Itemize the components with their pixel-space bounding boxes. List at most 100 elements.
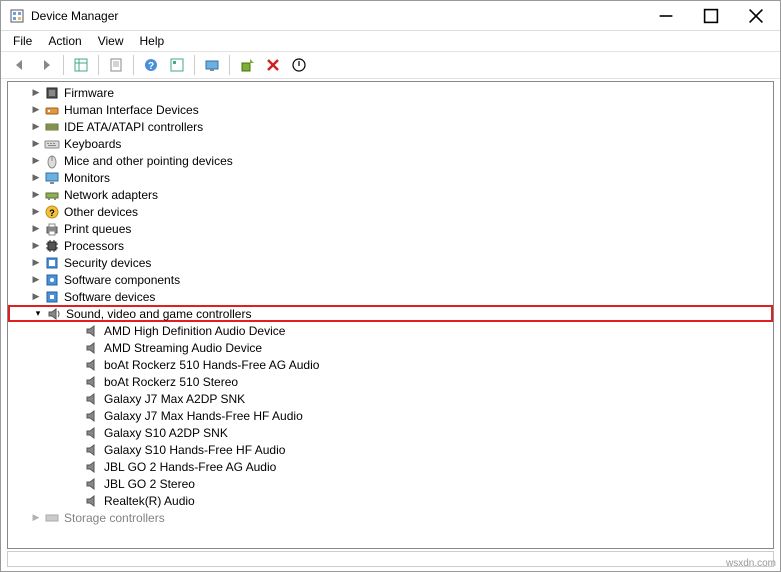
tree-item-software-devices[interactable]: ▶Software devices: [8, 288, 773, 305]
speaker-icon: [84, 493, 100, 509]
menubar: File Action View Help: [1, 31, 780, 51]
ide-icon: [44, 119, 60, 135]
expand-icon[interactable]: ▶: [30, 274, 42, 286]
tree-label: Processors: [64, 239, 124, 253]
toolbar-separator: [194, 55, 195, 75]
tree-item-print-queues[interactable]: ▶ Print queues: [8, 220, 773, 237]
minimize-button[interactable]: [643, 1, 688, 31]
printer-icon: [44, 221, 60, 237]
tree-label: Realtek(R) Audio: [104, 494, 195, 508]
other-icon: ?: [44, 204, 60, 220]
tree-item-monitors[interactable]: ▶ Monitors: [8, 169, 773, 186]
toolbar: ?: [1, 51, 780, 79]
tree-label: Other devices: [64, 205, 138, 219]
tree-label: JBL GO 2 Hands-Free AG Audio: [104, 460, 276, 474]
back-button[interactable]: [8, 53, 32, 77]
expand-icon[interactable]: ▶: [30, 138, 42, 150]
help-button[interactable]: ?: [139, 53, 163, 77]
scan-hardware-button[interactable]: [200, 53, 224, 77]
tree-label: Monitors: [64, 171, 110, 185]
tree-label: Firmware: [64, 86, 114, 100]
expand-icon[interactable]: ▶: [30, 87, 42, 99]
tree-item-audio-device[interactable]: ▶Galaxy J7 Max A2DP SNK: [8, 390, 773, 407]
expand-icon[interactable]: ▶: [30, 155, 42, 167]
speaker-icon: [84, 442, 100, 458]
network-icon: [44, 187, 60, 203]
keyboard-icon: [44, 136, 60, 152]
expand-icon[interactable]: ▶: [30, 257, 42, 269]
uninstall-device-button[interactable]: [261, 53, 285, 77]
tree-item-audio-device[interactable]: ▶Galaxy J7 Max Hands-Free HF Audio: [8, 407, 773, 424]
tree-label: Galaxy J7 Max Hands-Free HF Audio: [104, 409, 303, 423]
expand-icon[interactable]: ▶: [30, 223, 42, 235]
speaker-icon: [84, 391, 100, 407]
tree-item-software-components[interactable]: ▶Software components: [8, 271, 773, 288]
menu-file[interactable]: File: [5, 32, 40, 50]
tree-item-audio-device[interactable]: ▶AMD High Definition Audio Device: [8, 322, 773, 339]
menu-view[interactable]: View: [90, 32, 132, 50]
titlebar: Device Manager: [1, 1, 780, 31]
window-controls: [643, 1, 778, 30]
tree-label: IDE ATA/ATAPI controllers: [64, 120, 203, 134]
tree-item-ide[interactable]: ▶ IDE ATA/ATAPI controllers: [8, 118, 773, 135]
menu-action[interactable]: Action: [40, 32, 89, 50]
speaker-icon: [84, 374, 100, 390]
expand-icon[interactable]: ▶: [30, 172, 42, 184]
expand-icon[interactable]: ▶: [30, 240, 42, 252]
tree-item-processors[interactable]: ▶ Processors: [8, 237, 773, 254]
collapse-icon[interactable]: ▾: [32, 308, 44, 320]
action-button[interactable]: [165, 53, 189, 77]
tree-label: boAt Rockerz 510 Hands-Free AG Audio: [104, 358, 319, 372]
tree-item-keyboards[interactable]: ▶Keyboards: [8, 135, 773, 152]
speaker-icon: [84, 408, 100, 424]
watermark: wsxdn.com: [726, 558, 776, 569]
tree-label: boAt Rockerz 510 Stereo: [104, 375, 238, 389]
disable-device-button[interactable]: [287, 53, 311, 77]
expand-icon[interactable]: ▶: [30, 189, 42, 201]
expand-icon[interactable]: ▶: [30, 512, 42, 524]
tree-item-audio-device[interactable]: ▶boAt Rockerz 510 Stereo: [8, 373, 773, 390]
tree-item-audio-device[interactable]: ▶Realtek(R) Audio: [8, 492, 773, 509]
security-icon: [44, 255, 60, 271]
expand-icon[interactable]: ▶: [30, 104, 42, 116]
tree-item-mice[interactable]: ▶Mice and other pointing devices: [8, 152, 773, 169]
tree-label: Galaxy S10 A2DP SNK: [104, 426, 228, 440]
tree-item-hid[interactable]: ▶ Human Interface Devices: [8, 101, 773, 118]
tree-item-audio-device[interactable]: ▶AMD Streaming Audio Device: [8, 339, 773, 356]
tree-item-network[interactable]: ▶Network adapters: [8, 186, 773, 203]
tree-label: Security devices: [64, 256, 151, 270]
show-hide-tree-button[interactable]: [69, 53, 93, 77]
expand-icon[interactable]: ▶: [30, 206, 42, 218]
close-button[interactable]: [733, 1, 778, 31]
properties-button[interactable]: [104, 53, 128, 77]
forward-button[interactable]: [34, 53, 58, 77]
mouse-icon: [44, 153, 60, 169]
tree-label: AMD High Definition Audio Device: [104, 324, 285, 338]
sound-icon: [46, 306, 62, 322]
toolbar-separator: [229, 55, 230, 75]
tree-item-audio-device[interactable]: ▶JBL GO 2 Hands-Free AG Audio: [8, 458, 773, 475]
menu-help[interactable]: Help: [132, 32, 173, 50]
monitor-icon: [44, 170, 60, 186]
tree-item-audio-device[interactable]: ▶JBL GO 2 Stereo: [8, 475, 773, 492]
tree-item-security[interactable]: ▶ Security devices: [8, 254, 773, 271]
tree-item-other[interactable]: ▶? Other devices: [8, 203, 773, 220]
tree-item-audio-device[interactable]: ▶Galaxy S10 A2DP SNK: [8, 424, 773, 441]
maximize-button[interactable]: [688, 1, 733, 31]
tree-item-audio-device[interactable]: ▶boAt Rockerz 510 Hands-Free AG Audio: [8, 356, 773, 373]
expand-icon[interactable]: ▶: [30, 291, 42, 303]
device-tree[interactable]: ▶ Firmware ▶ Human Interface Devices ▶ IDE …: [7, 81, 774, 549]
speaker-icon: [84, 323, 100, 339]
speaker-icon: [84, 357, 100, 373]
tree-item-storage[interactable]: ▶ Storage controllers: [8, 509, 773, 526]
tree-item-sound[interactable]: ▾Sound, video and game controllers: [8, 305, 773, 322]
update-driver-button[interactable]: [235, 53, 259, 77]
tree-item-firmware[interactable]: ▶ Firmware: [8, 84, 773, 101]
toolbar-separator: [133, 55, 134, 75]
tree-label: Human Interface Devices: [64, 103, 199, 117]
tree-item-audio-device[interactable]: ▶Galaxy S10 Hands-Free HF Audio: [8, 441, 773, 458]
expand-icon[interactable]: ▶: [30, 121, 42, 133]
tree-label: Storage controllers: [64, 511, 165, 525]
tree-label: Print queues: [64, 222, 131, 236]
software-comp-icon: [44, 272, 60, 288]
